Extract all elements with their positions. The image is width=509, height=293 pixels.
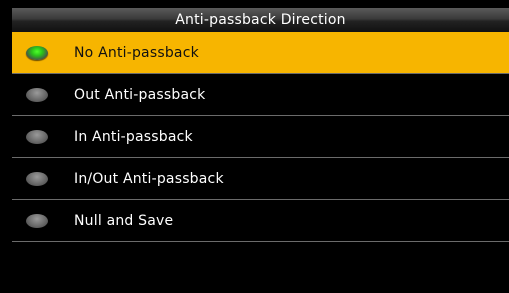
option-label: In/Out Anti-passback bbox=[74, 170, 224, 187]
radio-unselected-icon bbox=[26, 87, 48, 102]
radio-selected-icon bbox=[26, 45, 48, 60]
option-label: In Anti-passback bbox=[74, 128, 193, 145]
option-label: Out Anti-passback bbox=[74, 86, 206, 103]
option-list: No Anti-passback Out Anti-passback In An… bbox=[12, 32, 509, 242]
option-out-anti-passback[interactable]: Out Anti-passback bbox=[12, 74, 509, 116]
option-no-anti-passback[interactable]: No Anti-passback bbox=[12, 32, 509, 74]
option-label: No Anti-passback bbox=[74, 44, 199, 61]
option-in-out-anti-passback[interactable]: In/Out Anti-passback bbox=[12, 158, 509, 200]
radio-unselected-icon bbox=[26, 129, 48, 144]
option-in-anti-passback[interactable]: In Anti-passback bbox=[12, 116, 509, 158]
radio-unselected-icon bbox=[26, 213, 48, 228]
device-screen: Anti-passback Direction No Anti-passback… bbox=[0, 0, 509, 293]
option-null-and-save[interactable]: Null and Save bbox=[12, 200, 509, 242]
radio-unselected-icon bbox=[26, 171, 48, 186]
page-title: Anti-passback Direction bbox=[12, 8, 509, 32]
option-label: Null and Save bbox=[74, 212, 174, 229]
